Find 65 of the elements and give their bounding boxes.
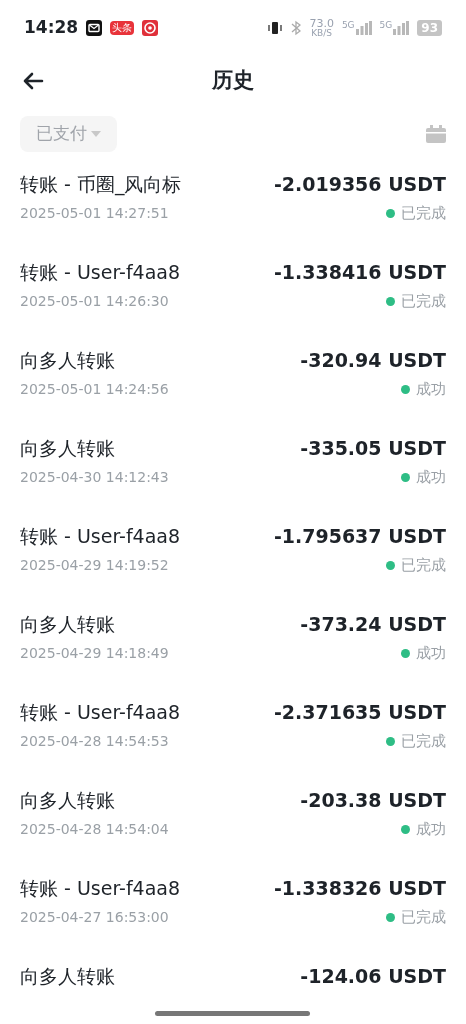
transaction-row[interactable]: 转账 - User-f4aa8 2025-04-28 14:54:53 -2.371635 USDT 已完成	[0, 700, 466, 788]
transaction-amount: -1.338326 USDT	[273, 876, 446, 900]
transaction-row[interactable]: 向多人转账 -124.06 USDT	[0, 964, 466, 1024]
transaction-status: 已完成	[401, 204, 446, 222]
transaction-title: 转账 - User-f4aa8	[20, 700, 181, 724]
transaction-title: 向多人转账	[20, 348, 116, 372]
transaction-amount: -320.94 USDT	[300, 348, 446, 372]
transaction-row[interactable]: 转账 - User-f4aa8 2025-04-27 16:53:00 -1.338326 USDT 已完成	[0, 876, 466, 964]
signal-icon	[355, 21, 372, 35]
transaction-date: 2025-04-30 14:12:43	[20, 468, 169, 486]
transaction-amount: -1.338416 USDT	[273, 260, 446, 284]
transaction-status: 成功	[416, 380, 446, 398]
transaction-date: 2025-04-27 16:53:00	[20, 908, 170, 926]
transaction-date: 2025-05-01 14:24:56	[20, 380, 169, 398]
transaction-row[interactable]: 向多人转账 2025-05-01 14:24:56 -320.94 USDT 成功	[0, 348, 466, 436]
transaction-amount: -2.019356 USDT	[273, 172, 446, 196]
transaction-title: 向多人转账	[20, 788, 116, 812]
calendar-icon	[426, 125, 446, 143]
network-label: 5G	[379, 21, 393, 30]
transaction-amount: -373.24 USDT	[300, 612, 446, 636]
transaction-row[interactable]: 向多人转账 2025-04-29 14:18:49 -373.24 USDT 成功	[0, 612, 466, 700]
transaction-row[interactable]: 向多人转账 2025-04-28 14:54:04 -203.38 USDT 成功	[0, 788, 466, 876]
network-speed: 73.0	[309, 18, 334, 29]
vibrate-icon	[267, 20, 284, 36]
transaction-date: 2025-04-29 14:18:49	[20, 644, 169, 662]
transaction-title: 向多人转账	[20, 612, 116, 636]
transaction-date: 2025-05-01 14:27:51	[20, 204, 170, 222]
mail-icon	[86, 20, 103, 36]
caret-icon	[91, 131, 101, 137]
news-badge: 头条	[110, 21, 135, 35]
transaction-date: 2025-05-01 14:26:30	[20, 292, 170, 310]
transaction-title: 转账 - 币圈_风向标	[20, 172, 182, 196]
signal-icon	[393, 21, 410, 35]
transaction-title: 转账 - User-f4aa8	[20, 524, 181, 548]
transaction-title: 向多人转账	[20, 436, 116, 460]
transaction-status: 成功	[416, 468, 446, 486]
transaction-amount: -335.05 USDT	[300, 436, 446, 460]
transaction-status: 已完成	[401, 732, 446, 750]
page-title: 历史	[212, 67, 254, 95]
transaction-amount: -2.371635 USDT	[273, 700, 446, 724]
transaction-amount: -1.795637 USDT	[273, 524, 446, 548]
transaction-status: 已完成	[401, 556, 446, 574]
battery-indicator: 93	[417, 20, 442, 36]
clock: 14:28	[24, 16, 79, 40]
app-icon	[142, 20, 159, 36]
transaction-title: 向多人转账	[20, 964, 115, 988]
transaction-title: 转账 - User-f4aa8	[20, 260, 181, 284]
transaction-row[interactable]: 转账 - User-f4aa8 2025-05-01 14:26:30 -1.338416 USDT 已完成	[0, 260, 466, 348]
transaction-title: 转账 - User-f4aa8	[20, 876, 181, 900]
back-icon	[22, 72, 44, 90]
transaction-date: 2025-04-29 14:19:52	[20, 556, 170, 574]
transaction-row[interactable]: 转账 - User-f4aa8 2025-04-29 14:19:52 -1.795637 USDT 已完成	[0, 524, 466, 612]
transaction-status: 已完成	[401, 292, 446, 310]
transaction-status: 成功	[416, 644, 446, 662]
transaction-date: 2025-04-28 14:54:04	[20, 820, 169, 838]
network-label: 5G	[341, 21, 355, 30]
transaction-status: 成功	[416, 820, 446, 838]
transaction-status: 已完成	[401, 908, 446, 926]
transaction-amount: -203.38 USDT	[300, 788, 446, 812]
transaction-date: 2025-04-28 14:54:53	[20, 732, 170, 750]
transaction-row[interactable]: 转账 - 币圈_风向标 2025-05-01 14:27:51 -2.019356 USDT 已完成	[0, 172, 466, 260]
transaction-row[interactable]: 向多人转账 2025-04-30 14:12:43 -335.05 USDT 成功	[0, 436, 466, 524]
transaction-amount: -124.06 USDT	[300, 964, 446, 988]
bluetooth-icon	[291, 20, 302, 36]
speed-unit: KB/S	[311, 29, 333, 38]
